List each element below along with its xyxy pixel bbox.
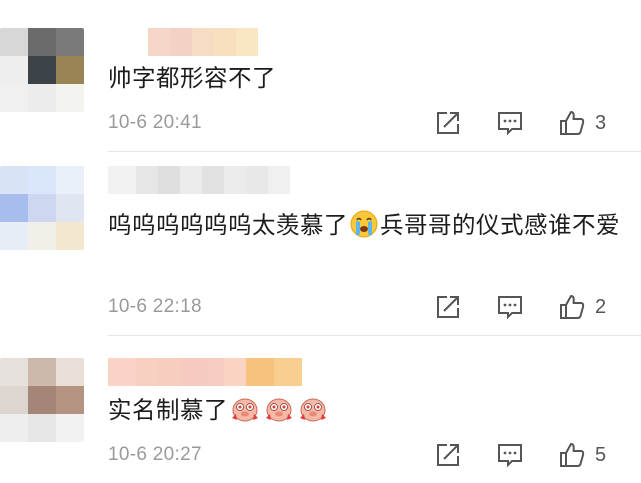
crying-face-emoji-icon	[349, 209, 379, 249]
share-icon[interactable]	[435, 442, 461, 468]
username-mosaic-cell	[246, 358, 274, 386]
username-mosaic-cell	[192, 28, 214, 56]
username-mosaic-cell	[136, 166, 158, 194]
avatar-mosaic-cell	[56, 84, 84, 112]
comment-text: 实名制慕了	[108, 392, 628, 434]
avatar-mosaic-cell	[56, 414, 84, 442]
like-button[interactable]: 5	[559, 442, 621, 468]
username-mosaic-cell	[246, 166, 268, 194]
avatar-mosaic-cell	[0, 84, 28, 112]
avatar-mosaic-cell	[28, 414, 56, 442]
divider	[108, 335, 641, 336]
username-mosaic-cell	[268, 166, 290, 194]
avatar-mosaic-cell	[28, 28, 56, 56]
avatar-mosaic-cell	[28, 358, 56, 386]
avatar[interactable]	[0, 28, 84, 112]
username-mosaic-cell	[224, 166, 246, 194]
like-button[interactable]: 3	[559, 110, 621, 136]
comment-text: 帅字都形容不了	[108, 60, 628, 96]
like-count: 5	[595, 443, 607, 466]
avatar-mosaic-cell	[0, 358, 28, 386]
share-icon[interactable]	[435, 110, 461, 136]
username-mosaic-cell	[214, 28, 236, 56]
reply-icon[interactable]	[497, 294, 523, 320]
username-mosaic-cell	[180, 358, 202, 386]
username-mosaic-cell	[108, 358, 136, 386]
avatar-mosaic-cell	[56, 386, 84, 414]
username-mosaic-cell	[180, 166, 202, 194]
thumbs-up-icon	[560, 443, 585, 467]
avatar-mosaic-cell	[28, 166, 56, 194]
username-mosaic-cell	[158, 166, 180, 194]
username-blurred[interactable]	[108, 28, 258, 56]
username-mosaic-cell	[236, 28, 258, 56]
username-mosaic-cell	[148, 28, 170, 56]
avatar-mosaic-cell	[28, 222, 56, 250]
comment-actions: 2	[435, 292, 621, 322]
piglet-emoji-icon	[229, 392, 261, 434]
avatar-mosaic-cell	[28, 56, 56, 84]
avatar-mosaic-cell	[56, 222, 84, 250]
thumbs-up-icon	[560, 295, 585, 319]
thumbs-up-icon	[560, 111, 585, 135]
comment-text-part: 帅字都形容不了	[108, 64, 276, 92]
avatar-mosaic-cell	[56, 56, 84, 84]
comment-text: 呜呜呜呜呜呜太羡慕了 兵哥哥的仪式感谁不爱	[108, 207, 628, 249]
avatar-mosaic-cell	[0, 222, 28, 250]
comment-text-part: 呜呜呜呜呜呜太羡慕了	[108, 211, 348, 239]
piglet-emoji-icon	[263, 392, 295, 434]
username-blurred[interactable]	[108, 166, 290, 194]
comment-text-part: 实名制慕了	[108, 396, 228, 424]
username-blurred[interactable]	[108, 358, 302, 386]
avatar-mosaic-cell	[56, 358, 84, 386]
avatar[interactable]	[0, 358, 84, 442]
share-icon[interactable]	[435, 294, 461, 320]
username-mosaic-cell	[224, 358, 246, 386]
avatar-mosaic-cell	[28, 194, 56, 222]
like-count: 2	[595, 295, 607, 318]
username-mosaic-cell	[108, 28, 148, 56]
avatar-mosaic-cell	[0, 414, 28, 442]
username-mosaic-cell	[170, 28, 192, 56]
comment-actions: 3	[435, 108, 621, 138]
piglet-emoji-icon	[297, 392, 329, 434]
avatar[interactable]	[0, 166, 84, 250]
avatar-mosaic-cell	[0, 386, 28, 414]
reply-icon[interactable]	[497, 442, 523, 468]
timestamp: 10-6 20:41	[108, 112, 202, 133]
username-mosaic-cell	[274, 358, 302, 386]
username-mosaic-cell	[202, 166, 224, 194]
username-mosaic-cell	[202, 358, 224, 386]
avatar-mosaic-cell	[28, 386, 56, 414]
avatar-mosaic-cell	[0, 194, 28, 222]
avatar-mosaic-cell	[56, 194, 84, 222]
comment-text-part: 兵哥哥的仪式感谁不爱	[380, 211, 620, 239]
avatar-mosaic-cell	[0, 166, 28, 194]
timestamp: 10-6 20:27	[108, 444, 202, 465]
like-count: 3	[595, 111, 607, 134]
reply-icon[interactable]	[497, 110, 523, 136]
like-button[interactable]: 2	[559, 294, 621, 320]
timestamp: 10-6 22:18	[108, 296, 202, 317]
avatar-mosaic-cell	[28, 84, 56, 112]
avatar-mosaic-cell	[0, 56, 28, 84]
avatar-mosaic-cell	[0, 28, 28, 56]
username-mosaic-cell	[136, 358, 158, 386]
comment-actions: 5	[435, 440, 621, 470]
username-mosaic-cell	[158, 358, 180, 386]
divider	[108, 151, 641, 152]
avatar-mosaic-cell	[56, 166, 84, 194]
username-mosaic-cell	[108, 166, 136, 194]
avatar-mosaic-cell	[56, 28, 84, 56]
